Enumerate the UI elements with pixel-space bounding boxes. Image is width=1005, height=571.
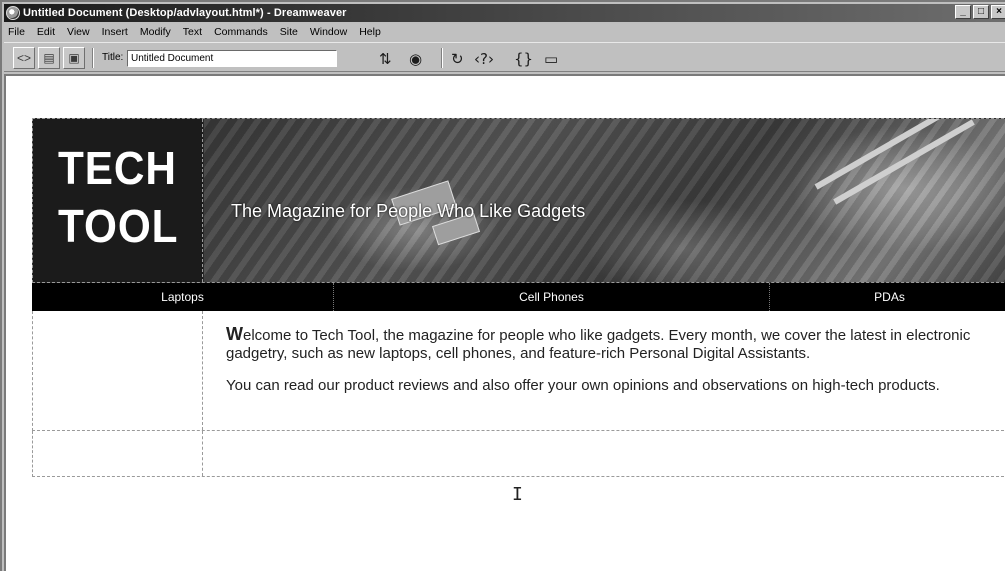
nav-laptops[interactable]: Laptops	[32, 283, 334, 311]
toolbar-separator	[92, 48, 94, 68]
maximize-button[interactable]: □	[973, 5, 989, 19]
nav-bar: Laptops Cell Phones PDAs	[32, 283, 1005, 311]
visual-aids-icon[interactable]: ▭	[544, 49, 558, 69]
preview-icon[interactable]: ◉	[409, 49, 422, 69]
logo-cell: TECH TOOL	[33, 119, 203, 282]
left-sidebar-cell	[33, 311, 203, 430]
menu-help[interactable]: Help	[353, 26, 387, 38]
tagline: The Magazine for People Who Like Gadgets	[231, 201, 586, 221]
intro-text: elcome to Tech Tool, the magazine for pe…	[226, 327, 971, 362]
view-options-icon[interactable]: {}	[514, 49, 533, 69]
banner-image: The Magazine for People Who Like Gadgets	[204, 119, 1005, 282]
dreamweaver-app-icon[interactable]	[6, 6, 20, 20]
menu-window[interactable]: Window	[304, 26, 353, 38]
code-navigation-icon[interactable]: ‹?›	[474, 49, 494, 69]
circuit-ridge	[814, 119, 974, 190]
menu-edit[interactable]: Edit	[31, 26, 61, 38]
title-bar[interactable]: Untitled Document (Desktop/advlayout.htm…	[4, 4, 1005, 22]
menu-insert[interactable]: Insert	[96, 26, 134, 38]
menu-file[interactable]: File	[4, 26, 31, 38]
nav-cell-phones[interactable]: Cell Phones	[334, 283, 770, 311]
page-header: TECH TOOL The Magazine for People Who Li…	[32, 118, 1005, 283]
design-view-icon[interactable]: ▣	[63, 47, 85, 69]
content-row: Welcome to Tech Tool, the magazine for p…	[32, 311, 1005, 431]
nav-pdas[interactable]: PDAs	[770, 283, 1005, 311]
intro-paragraph: Welcome to Tech Tool, the magazine for p…	[226, 325, 996, 363]
main-content[interactable]: Welcome to Tech Tool, the magazine for p…	[226, 325, 996, 409]
document-toolbar: <> ▤ ▣ Title: ⇅ ◉ ↻ ‹?› {} ▭	[4, 42, 1005, 72]
title-label: Title:	[102, 52, 124, 63]
text-cursor-icon: I	[512, 484, 523, 505]
menu-modify[interactable]: Modify	[134, 26, 177, 38]
menu-commands[interactable]: Commands	[208, 26, 274, 38]
split-view-icon[interactable]: ▤	[38, 47, 60, 69]
window-title: Untitled Document (Desktop/advlayout.htm…	[23, 7, 347, 19]
logo-line-2: TOOL	[58, 200, 179, 252]
drop-cap: W	[226, 324, 243, 344]
code-view-icon[interactable]: <>	[13, 47, 35, 69]
footer-left-cell	[33, 431, 203, 476]
window-controls: _ □ ×	[953, 5, 1005, 19]
menu-text[interactable]: Text	[177, 26, 208, 38]
design-view-canvas[interactable]: TECH TOOL The Magazine for People Who Li…	[4, 74, 1005, 571]
menu-bar: File Edit View Insert Modify Text Comman…	[4, 24, 1005, 40]
minimize-button[interactable]: _	[955, 5, 971, 19]
toolbar-separator	[441, 48, 443, 68]
footer-row	[32, 431, 1005, 477]
reviews-paragraph: You can read our product reviews and als…	[226, 377, 940, 394]
refresh-icon[interactable]: ↻	[451, 49, 464, 69]
menu-site[interactable]: Site	[274, 26, 304, 38]
menu-view[interactable]: View	[61, 26, 96, 38]
close-button[interactable]: ×	[991, 5, 1005, 19]
file-management-icon[interactable]: ⇅	[379, 49, 392, 69]
page-title-input[interactable]	[127, 50, 337, 67]
dreamweaver-window: Untitled Document (Desktop/advlayout.htm…	[0, 0, 1005, 571]
logo-line-1: TECH	[58, 142, 177, 194]
